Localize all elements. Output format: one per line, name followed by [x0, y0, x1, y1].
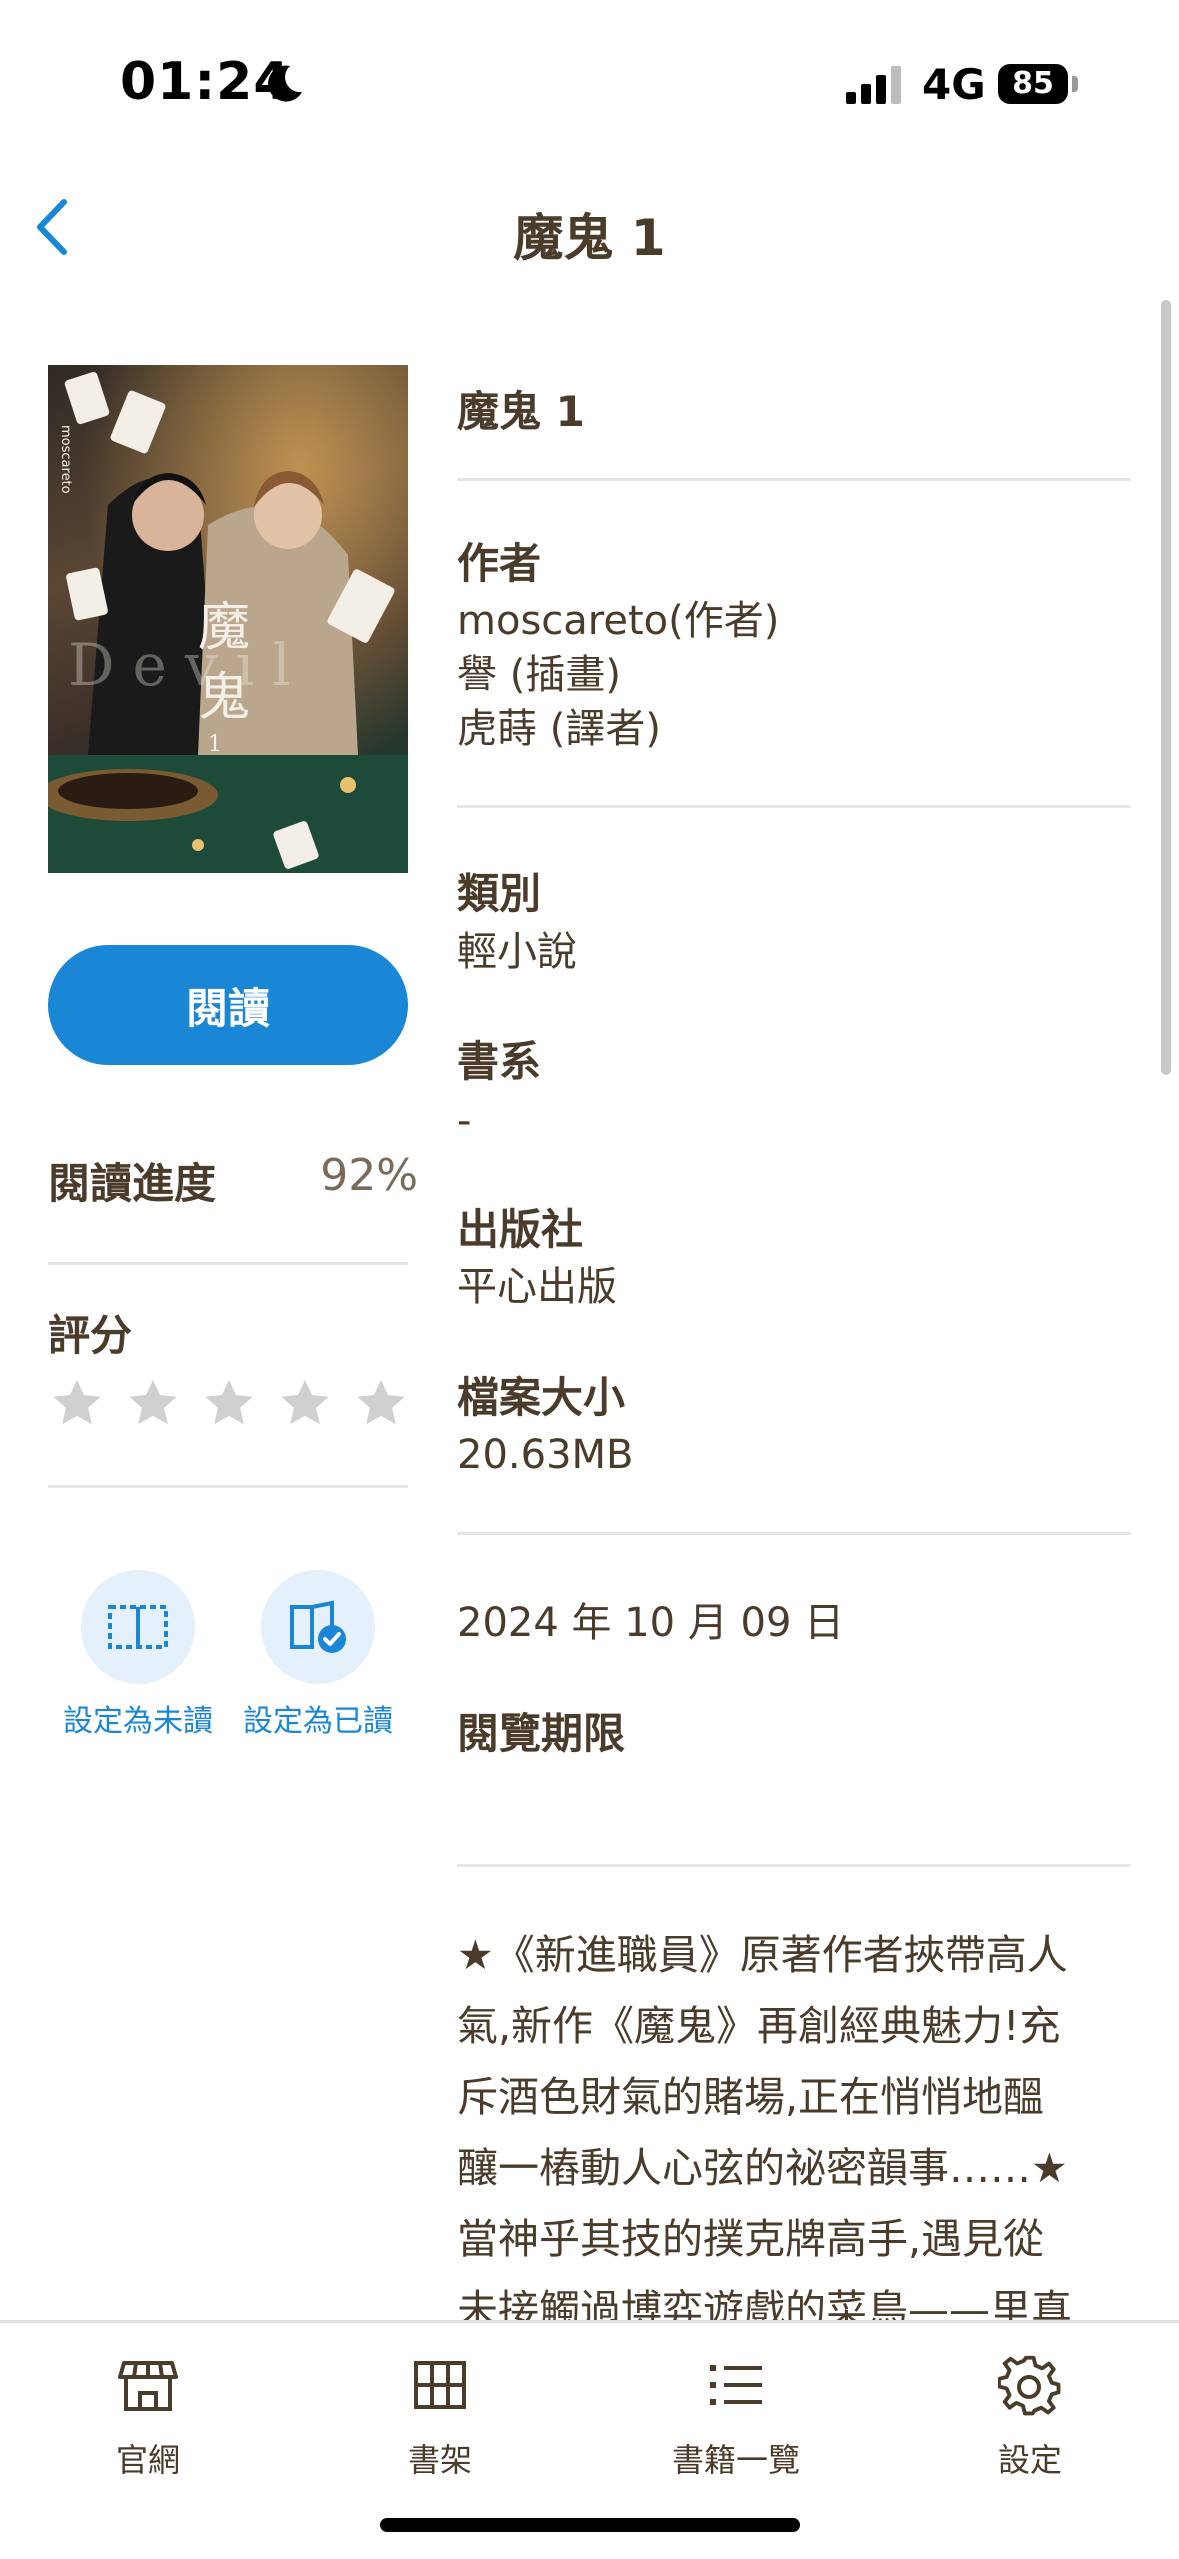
- star-icon-3[interactable]: [200, 1375, 258, 1433]
- divider: [457, 1532, 1131, 1535]
- divider: [457, 805, 1131, 808]
- book-cover: 魔 鬼 1 Devil moscareto: [48, 365, 408, 873]
- divider: [457, 1864, 1131, 1867]
- scrollbar[interactable]: [1161, 300, 1171, 1075]
- publisher-value: 平心出版: [457, 1264, 617, 1310]
- cover-volume: 1: [208, 732, 222, 757]
- description-line: 釀一樁動人心弦的祕密韻事……★: [457, 2144, 1068, 2192]
- mark-unread-circle[interactable]: [81, 1570, 195, 1684]
- category-value: 輕小說: [457, 929, 577, 975]
- store-icon: [118, 2361, 178, 2411]
- tab-settings[interactable]: 設定: [930, 2353, 1130, 2481]
- mark-unread-button[interactable]: 設定為未讀: [48, 1570, 228, 1740]
- illustrator-item[interactable]: 譽 (插畫): [457, 648, 1131, 702]
- author-list: moscareto(作者) 譽 (插畫) 虎蒔 (譯者): [457, 594, 1131, 756]
- mark-read-label: 設定為已讀: [243, 1704, 393, 1739]
- book-check-icon: [290, 1600, 346, 1653]
- book-title: 魔鬼 1: [457, 387, 585, 436]
- moon-icon: [268, 65, 302, 102]
- description-line: ★《新進職員》原著作者挾帶高人: [457, 1931, 1068, 1979]
- tab-label: 書架: [407, 2441, 472, 2479]
- description-line: 氣,新作《魔鬼》再創經典魅力!充: [457, 2002, 1061, 2050]
- description-line: 當神乎其技的撲克牌高手,遇見從: [457, 2215, 1045, 2263]
- filesize-value: 20.63MB: [457, 1432, 634, 1478]
- open-book-icon: [108, 1605, 168, 1649]
- status-bar: 01:24 4G 85: [0, 0, 1179, 150]
- divider: [457, 478, 1131, 481]
- tab-bookshelf[interactable]: 書架: [340, 2353, 540, 2481]
- description-line: 斥酒色財氣的賭場,正在悄悄地醞: [457, 2073, 1045, 2121]
- publisher-heading: 出版社: [457, 1205, 584, 1254]
- rating-label: 評分: [48, 1311, 133, 1360]
- signal-icon: [846, 66, 901, 104]
- battery-nub: [1072, 76, 1078, 92]
- purchase-date: 2024 年 10 月 09 日: [457, 1600, 845, 1646]
- cover-author-mark: moscareto: [58, 425, 73, 494]
- mark-read-circle[interactable]: [261, 1570, 375, 1684]
- rating-stars[interactable]: [48, 1375, 410, 1433]
- reading-progress-label: 閱讀進度: [48, 1159, 217, 1208]
- home-indicator[interactable]: [380, 2518, 800, 2532]
- series-heading: 書系: [457, 1037, 542, 1086]
- page-title: 魔鬼 1: [513, 209, 666, 267]
- reading-progress-value: 92%: [320, 1150, 418, 1201]
- tab-official-site[interactable]: 官網: [48, 2353, 248, 2481]
- author-heading: 作者: [457, 539, 542, 588]
- tab-label: 官網: [115, 2441, 180, 2479]
- period-heading: 閱覽期限: [457, 1709, 626, 1758]
- divider: [48, 1262, 408, 1265]
- gear-icon: [997, 2355, 1061, 2416]
- tab-label: 書籍一覽: [671, 2441, 800, 2479]
- mark-read-button[interactable]: 設定為已讀: [228, 1570, 408, 1740]
- list-icon: [710, 2365, 762, 2405]
- series-value: -: [457, 1098, 472, 1144]
- filesize-heading: 檔案大小: [457, 1373, 626, 1422]
- bookshelf-icon: [414, 2361, 466, 2409]
- mark-unread-label: 設定為未讀: [63, 1704, 213, 1739]
- translator-item[interactable]: 虎蒔 (譯者): [457, 702, 1131, 756]
- book-description: ★《新進職員》原著作者挾帶高人 氣,新作《魔鬼》再創經典魅力!充 斥酒色財氣的賭…: [457, 1920, 1137, 2340]
- divider: [48, 1485, 408, 1488]
- star-icon-5[interactable]: [352, 1375, 410, 1433]
- author-item[interactable]: moscareto(作者): [457, 594, 1131, 648]
- battery-icon: 85: [998, 64, 1068, 104]
- tab-book-list[interactable]: 書籍一覽: [636, 2353, 836, 2481]
- star-icon-1[interactable]: [48, 1375, 106, 1433]
- read-button[interactable]: 閱讀: [48, 945, 408, 1065]
- star-icon-4[interactable]: [276, 1375, 334, 1433]
- category-heading: 類別: [457, 869, 542, 918]
- star-icon-2[interactable]: [124, 1375, 182, 1433]
- cover-subtitle: Devil: [68, 631, 309, 699]
- tab-label: 設定: [997, 2441, 1062, 2479]
- network-label: 4G: [922, 60, 986, 109]
